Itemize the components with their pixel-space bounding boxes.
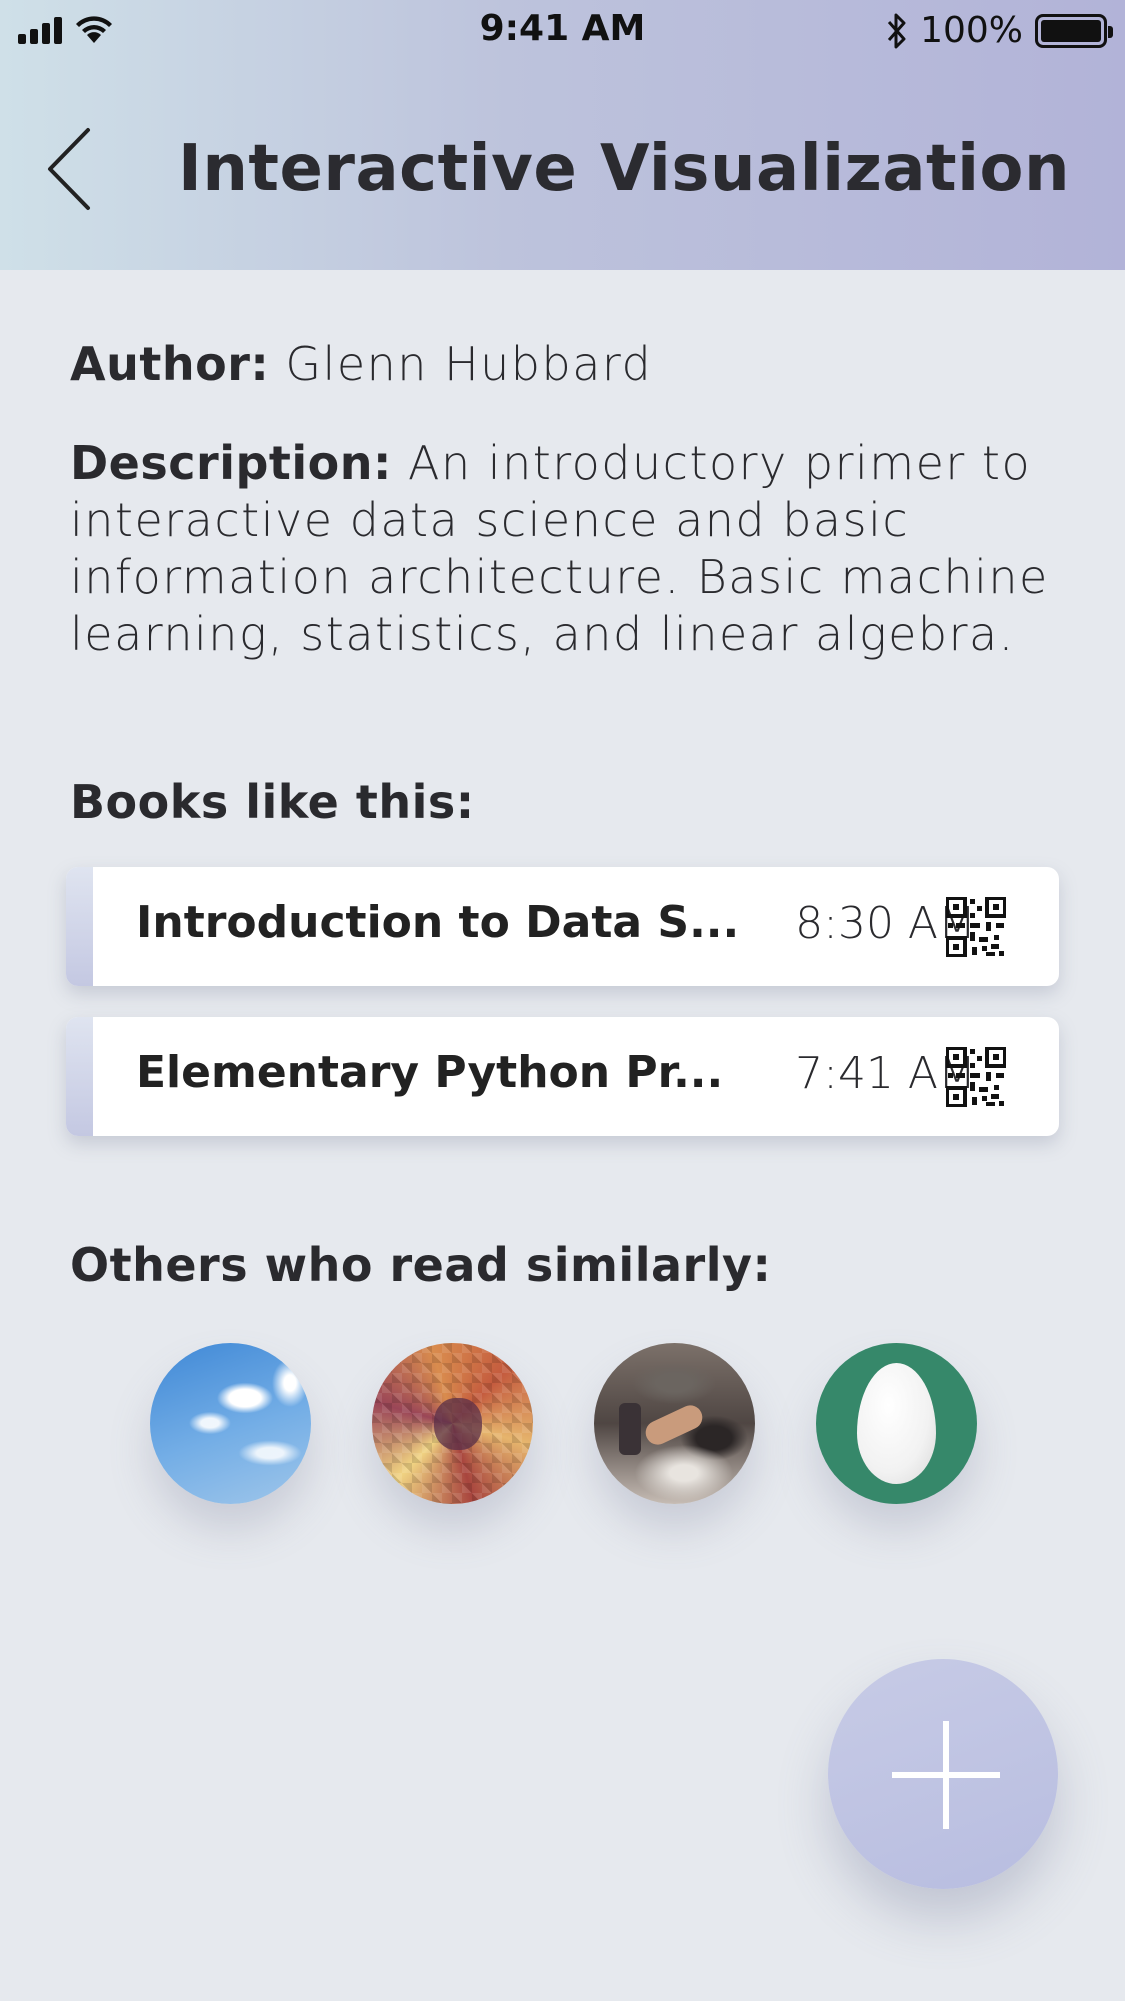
sky-avatar[interactable]: [150, 1343, 311, 1504]
pixel-art-avatar[interactable]: [372, 1343, 533, 1504]
book-card[interactable]: Introduction to Data S... 8:30 AM: [66, 867, 1059, 986]
battery-percent: 100%: [920, 10, 1023, 51]
header: 9:41 AM 100% Interactive Visualization: [0, 0, 1125, 270]
book-time: 8:30 AM: [795, 898, 976, 949]
status-bar: 9:41 AM 100%: [0, 0, 1125, 60]
description: Description: An introductory primer to i…: [70, 435, 1060, 663]
photo-avatar[interactable]: [594, 1343, 755, 1504]
egg-avatar[interactable]: [816, 1343, 977, 1504]
similar-books-heading: Books like this:: [70, 775, 475, 829]
bluetooth-icon: [887, 13, 906, 48]
book-title: Elementary Python Pr...: [136, 1047, 724, 1098]
author-value: Glenn Hubbard: [285, 337, 653, 391]
book-detail-screen: 9:41 AM 100% Interactive Visualization A…: [0, 0, 1125, 2001]
qr-code-icon[interactable]: [946, 897, 1006, 957]
chevron-left-icon: [48, 128, 90, 210]
author-label: Author:: [70, 337, 270, 391]
page-title: Interactive Visualization: [178, 132, 1071, 206]
book-title: Introduction to Data S...: [136, 897, 740, 948]
status-right: 100%: [886, 10, 1113, 51]
similar-readers-list: [150, 1343, 977, 1504]
book-time: 7:41 AM: [795, 1048, 976, 1099]
qr-code-icon[interactable]: [946, 1047, 1006, 1107]
back-button[interactable]: [44, 126, 94, 212]
book-info: Author: Glenn Hubbard Description: An in…: [70, 336, 1060, 663]
similar-readers-heading: Others who read similarly:: [70, 1238, 772, 1292]
description-label: Description:: [70, 436, 392, 490]
card-accent: [66, 867, 93, 986]
card-accent: [66, 1017, 93, 1136]
similar-books-list: Introduction to Data S... 8:30 AM Elemen…: [66, 867, 1059, 1167]
book-card[interactable]: Elementary Python Pr... 7:41 AM: [66, 1017, 1059, 1136]
add-button[interactable]: [828, 1659, 1058, 1889]
battery-icon: [1035, 13, 1113, 48]
author-line: Author: Glenn Hubbard: [70, 336, 1060, 393]
